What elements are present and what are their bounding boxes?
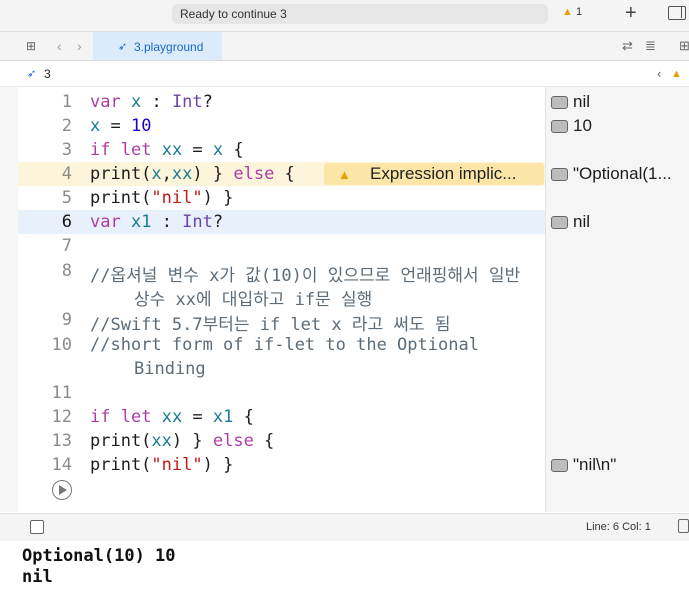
- code-comment[interactable]: //옵셔널 변수 x가 값(10)이 있으므로 언래핑해서 일반: [90, 261, 520, 286]
- line-number: 11: [51, 383, 72, 403]
- code-comment[interactable]: //Swift 5.7부터는 if let x 라고 써도 됨: [90, 310, 451, 335]
- breadcrumb-item[interactable]: 3: [44, 67, 51, 81]
- forward-icon[interactable]: ›: [77, 38, 82, 54]
- code-line[interactable]: print("nil") }: [90, 455, 233, 475]
- code-comment-wrap[interactable]: 상수 xx에 대입하고 if문 실행: [134, 285, 372, 310]
- code-line[interactable]: var x1 : Int?: [90, 212, 223, 232]
- add-editor-icon[interactable]: ⊞: [679, 38, 689, 54]
- console-line: nil: [22, 567, 53, 587]
- warning-message: Expression implic...: [370, 164, 517, 183]
- results-sidebar: [545, 87, 689, 512]
- code-comment-wrap[interactable]: Binding: [134, 359, 206, 379]
- line-number: 4: [61, 164, 72, 184]
- quick-look-icon[interactable]: [551, 459, 568, 472]
- result-value: "nil\n": [573, 455, 617, 474]
- swap-icon[interactable]: ⇄: [622, 38, 633, 54]
- code-line[interactable]: print(xx) } else {: [90, 431, 274, 451]
- line-number: 9: [61, 310, 72, 330]
- line-number: 1: [61, 92, 72, 112]
- result-value: "Optional(1...: [573, 164, 672, 183]
- swift-icon: ➶: [118, 41, 128, 53]
- result-value: 10: [573, 116, 592, 135]
- line-number: 14: [51, 455, 72, 475]
- issue-warning-icon[interactable]: ▲: [671, 68, 682, 80]
- console-line: Optional(10) 10: [22, 546, 176, 566]
- run-button[interactable]: [52, 480, 72, 500]
- breadcrumb: [0, 61, 689, 87]
- code-line[interactable]: print(x,xx) } else {: [90, 164, 295, 184]
- line-number: 7: [61, 236, 72, 256]
- issue-nav-back-icon[interactable]: ‹: [657, 66, 661, 81]
- tab-label: 3.playground: [134, 40, 204, 54]
- line-number: 12: [51, 407, 72, 427]
- activity-status[interactable]: Ready to continue 3: [172, 4, 548, 24]
- code-line[interactable]: if let xx = x {: [90, 140, 244, 160]
- warning-count: 1: [576, 6, 583, 18]
- code-line[interactable]: var x : Int?: [90, 92, 213, 112]
- status-text: Ready to continue 3: [180, 7, 287, 21]
- line-number-current: 6: [61, 212, 72, 232]
- line-number: 2: [61, 116, 72, 136]
- line-number: 3: [61, 140, 72, 160]
- code-comment[interactable]: //short form of if-let to the Optional: [90, 335, 479, 355]
- quick-look-icon[interactable]: [551, 168, 568, 181]
- code-line[interactable]: x = 10: [90, 116, 151, 136]
- quick-look-icon[interactable]: [551, 216, 568, 229]
- code-line[interactable]: if let xx = x1 {: [90, 407, 254, 427]
- editor-gutter: [0, 87, 18, 512]
- inspector-toggle-icon[interactable]: [668, 6, 686, 20]
- warning-icon: ▲: [338, 167, 351, 182]
- console-toggle-icon[interactable]: [678, 519, 689, 533]
- grid-icon[interactable]: ⊞: [26, 39, 36, 53]
- quick-look-icon[interactable]: [551, 96, 568, 109]
- line-col-indicator: Line: 6 Col: 1: [586, 521, 651, 533]
- line-number: 10: [51, 335, 72, 355]
- line-number: 13: [51, 431, 72, 451]
- swift-file-icon: ➶: [27, 68, 37, 80]
- editor-options-icon[interactable]: ≣: [645, 38, 656, 54]
- result-value: nil: [573, 212, 591, 231]
- code-line[interactable]: print("nil") }: [90, 188, 233, 208]
- back-icon[interactable]: ‹: [57, 38, 62, 54]
- debug-area-toggle[interactable]: [30, 520, 44, 534]
- line-number: 5: [61, 188, 72, 208]
- add-button[interactable]: +: [625, 2, 637, 25]
- result-value: nil: [573, 92, 591, 111]
- line-number: 8: [61, 261, 72, 281]
- warning-icon[interactable]: ▲: [562, 6, 573, 18]
- quick-look-icon[interactable]: [551, 120, 568, 133]
